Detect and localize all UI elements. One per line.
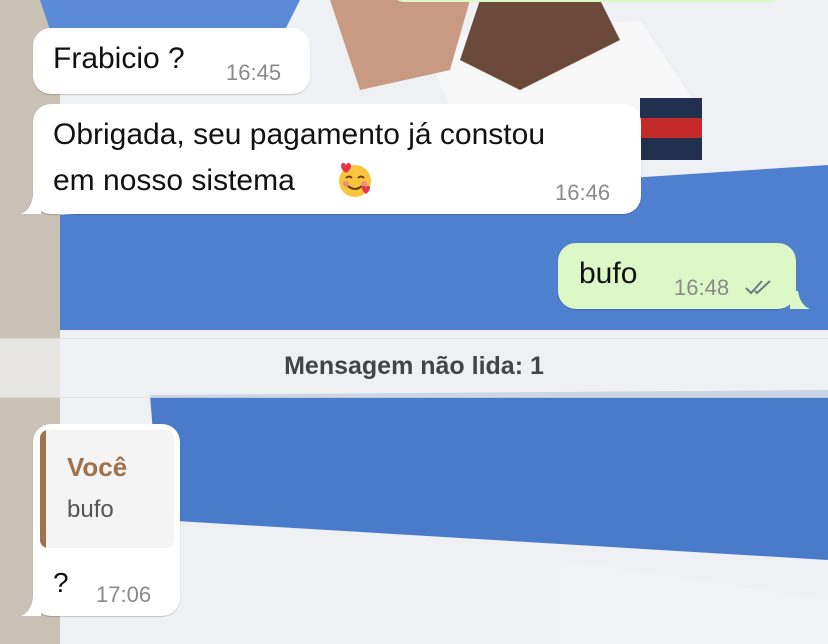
incoming-message-bubble[interactable]: Frabicio ? 16:45 [33, 28, 310, 94]
message-text: bufo [579, 257, 638, 290]
double-check-icon [745, 280, 771, 295]
message-timestamp: 16:45 [226, 60, 282, 85]
bubble-tail [790, 291, 810, 309]
quote-author: Você [67, 452, 128, 482]
message-timestamp: 16:46 [555, 180, 611, 205]
unread-messages-label: Mensagem não lida: 1 [284, 352, 544, 380]
outgoing-message-bubble[interactable]: bufo 16:48 [558, 243, 796, 309]
previous-outgoing-bubble [392, 0, 782, 2]
message-text: Frabicio ? [53, 42, 185, 75]
bubble-tail [21, 196, 41, 214]
quote-text: bufo [67, 496, 114, 523]
smiling-face-with-hearts-emoji [339, 163, 371, 197]
incoming-message-bubble[interactable]: Obrigada, seu pagamento já constou em no… [33, 104, 641, 214]
bubble-tail [21, 598, 41, 616]
unread-messages-divider: Mensagem não lida: 1 [0, 338, 828, 398]
quote-accent-bar [40, 430, 46, 548]
message-timestamp: 16:48 [674, 275, 730, 300]
message-text: ? [53, 567, 69, 598]
message-timestamp: 17:06 [96, 582, 152, 607]
message-text-line-1: Obrigada, seu pagamento já constou [53, 118, 545, 151]
message-text-line-2: em nosso sistema [53, 164, 295, 197]
quoted-message[interactable]: Você bufo [40, 430, 174, 548]
